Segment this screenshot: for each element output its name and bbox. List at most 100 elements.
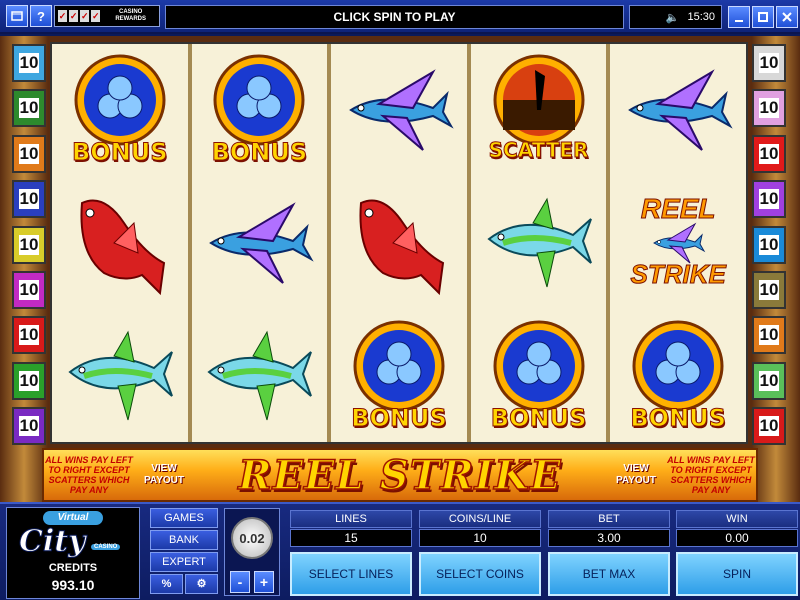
payline-column-left: 10 10 10 10 10 10 10 10 10 [12,44,46,453]
coins-display: COINS/LINE 10 [419,510,541,547]
payline-badge-left[interactable]: 10 [12,225,46,264]
status-message: CLICK SPIN TO PLAY [165,5,624,29]
payline-badge-right[interactable]: 10 [752,180,786,219]
bonus-text: BONUS [490,403,587,432]
tuna-symbol [471,177,607,310]
logo-city: City [19,524,87,560]
casino-rewards-status[interactable]: ✓ ✓ ✓ ✓ CASINO REWARDS [54,5,160,27]
payline-number: 10 [758,325,780,346]
payline-badge-left[interactable]: 10 [12,134,46,173]
close-button[interactable] [776,6,798,28]
casino-logo-box: Virtual City CASINO CREDITS 993.10 [6,507,140,599]
payline-number: 10 [18,234,40,255]
bonus-symbol: BONUS [331,309,467,442]
game-area: 10 10 10 10 10 10 10 10 10 10 10 10 10 10 10 10 10 10 BO… [0,36,800,502]
flying-fish-symbol [610,44,746,177]
payline-badge-right[interactable]: 10 [752,89,786,128]
credits-label: CREDITS [48,562,98,574]
payline-number: 10 [18,416,40,437]
payline-number: 10 [758,189,780,210]
coin-selector: 0.02 - + [224,508,280,596]
payline-number: 10 [758,370,780,391]
game-banner: ALL WINS PAY LEFT TO RIGHT EXCEPT SCATTE… [42,448,758,502]
menu: GAMES BANK EXPERT % ⚙ [150,508,218,596]
rules-text-right: ALL WINS PAY LEFT TO RIGHT EXCEPT SCATTE… [667,455,755,495]
payline-badge-left[interactable]: 10 [12,180,46,219]
payline-badge-left[interactable]: 10 [12,89,46,128]
payline-badge-left[interactable]: 10 [12,316,46,355]
sound-icon[interactable]: 🔈 [666,11,680,24]
bonus-symbol: BONUS [52,44,188,177]
payline-badge-right[interactable]: 10 [752,134,786,173]
payline-badge-left[interactable]: 10 [12,407,46,446]
game-title: REEL STRIKE [238,451,562,500]
lines-label: LINES [290,510,412,528]
reel-4: SCATTER BONUS [471,44,611,442]
select-lines-button[interactable]: SELECT LINES [290,552,412,596]
bonus-symbol: BONUS [471,309,607,442]
payline-number: 10 [18,189,40,210]
control-panel: Virtual City CASINO CREDITS 993.10 GAMES… [0,502,800,600]
percent-button[interactable]: % [150,574,183,594]
reel-1: BONUS [52,44,192,442]
payline-badge-right[interactable]: 10 [752,361,786,400]
payline-badge-right[interactable]: 10 [752,44,786,82]
bet-display: BET 3.00 [548,510,670,547]
credits-value: 993.10 [51,577,95,593]
casino-rewards-label: CASINO REWARDS [115,9,147,22]
check-icon: ✓ [58,10,68,22]
coins-label: COINS/LINE [419,510,541,528]
payline-badge-right[interactable]: 10 [752,407,786,446]
check-icon: ✓ [91,10,101,22]
bet-max-button[interactable]: BET MAX [548,552,670,596]
lines-display: LINES 15 [290,510,412,547]
bet-value: 3.00 [548,529,670,547]
payline-number: 10 [758,279,780,300]
select-coins-button[interactable]: SELECT COINS [419,552,541,596]
maximize-button[interactable] [752,6,774,28]
win-label: WIN [676,510,798,528]
settings-icon[interactable]: ⚙ [185,574,218,594]
bet-label: BET [548,510,670,528]
bonus-text: BONUS [72,138,169,167]
bonus-symbol: BONUS [610,309,746,442]
games-button[interactable]: GAMES [150,508,218,528]
payline-number: 10 [18,53,40,73]
view-payout-button-left[interactable]: VIEW PAYOUT [134,463,194,487]
wild-text-bottom: STRIKE [630,259,726,290]
coin-value: 0.02 [231,517,273,559]
red-fish-symbol [331,177,467,310]
clock: 🔈 15:30 [629,5,722,29]
payline-number: 10 [18,98,40,119]
help-button[interactable]: ? [30,5,52,27]
check-icon: ✓ [80,10,90,22]
top-bar: ? ✓ ✓ ✓ ✓ CASINO REWARDS CLICK SPIN TO P… [0,0,800,34]
lines-value: 15 [290,529,412,547]
bank-button[interactable]: BANK [150,530,218,550]
clock-time: 15:30 [687,11,715,23]
payline-badge-right[interactable]: 10 [752,270,786,309]
bonus-text: BONUS [351,403,448,432]
payline-badge-left[interactable]: 10 [12,361,46,400]
reels: BONUS BONUS BONUS SCATTER BONUS REEL STRIKE BON… [50,42,748,444]
home-icon[interactable] [6,5,28,27]
spin-button[interactable]: SPIN [676,552,798,596]
view-payout-button-right[interactable]: VIEW PAYOUT [606,463,666,487]
payline-number: 10 [758,143,780,164]
reel-3: BONUS [331,44,471,442]
coin-decrease-button[interactable]: - [230,571,250,593]
payline-badge-left[interactable]: 10 [12,44,46,82]
expert-button[interactable]: EXPERT [150,552,218,572]
win-display: WIN 0.00 [676,510,798,547]
reel-strike-wild-symbol: REEL STRIKE [610,177,746,310]
rules-text-left: ALL WINS PAY LEFT TO RIGHT EXCEPT SCATTE… [45,455,133,495]
check-icon: ✓ [69,10,79,22]
payline-badge-left[interactable]: 10 [12,270,46,309]
payline-badge-right[interactable]: 10 [752,225,786,264]
minimize-button[interactable] [728,6,750,28]
payline-column-right: 10 10 10 10 10 10 10 10 10 [752,44,786,453]
coin-increase-button[interactable]: + [254,571,274,593]
logo-casino: CASINO [91,544,121,550]
payline-number: 10 [758,234,780,255]
payline-badge-right[interactable]: 10 [752,316,786,355]
